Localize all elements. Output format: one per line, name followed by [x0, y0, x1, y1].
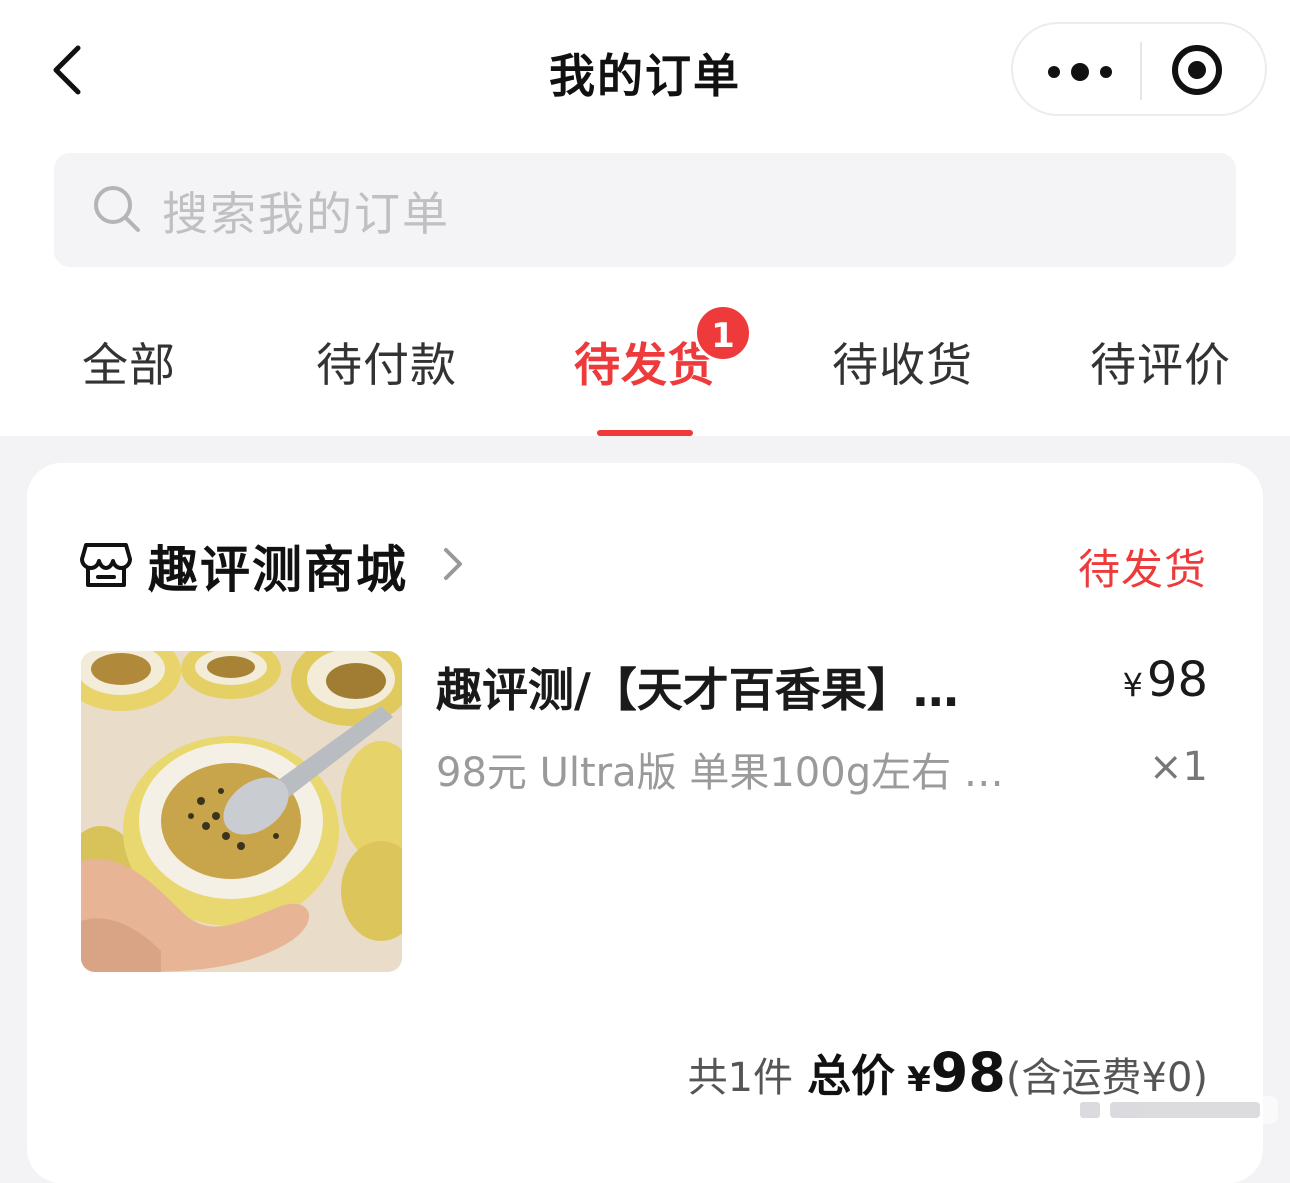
- price-value: 98: [1146, 652, 1208, 708]
- store-icon: [80, 543, 132, 587]
- mini-program-capsule: [1011, 22, 1267, 116]
- currency-symbol: ¥: [1122, 666, 1143, 704]
- product-thumbnail[interactable]: [81, 651, 402, 972]
- item-count: 共1件: [687, 1055, 794, 1101]
- tab-all[interactable]: 全部: [82, 329, 176, 395]
- total-currency: ¥: [907, 1060, 931, 1100]
- close-target-icon[interactable]: [1167, 40, 1227, 100]
- product-price: ¥98: [1123, 652, 1208, 708]
- product-quantity: ×1: [1149, 744, 1208, 790]
- product-title[interactable]: 趣评测/【天才百香果】…: [436, 654, 996, 720]
- tab-count-badge: 1: [694, 304, 752, 362]
- product-spec: 98元 Ultra版 单果100g左右 …: [436, 750, 1004, 796]
- shop-name[interactable]: 趣评测商城: [148, 530, 408, 602]
- watermark: [1068, 1096, 1278, 1124]
- tab-pending-payment[interactable]: 待付款: [316, 329, 457, 395]
- search-icon: [94, 186, 140, 232]
- search-input[interactable]: 搜索我的订单: [54, 153, 1236, 267]
- active-tab-indicator: [597, 430, 693, 436]
- chevron-right-icon[interactable]: [438, 544, 466, 584]
- total-amount: 98: [930, 1041, 1006, 1104]
- total-label: 总价: [807, 1051, 896, 1102]
- capsule-divider: [1140, 42, 1142, 100]
- order-status-label: 待发货: [1077, 545, 1207, 594]
- tab-pending-review[interactable]: 待评价: [1090, 329, 1231, 395]
- tab-pending-receipt[interactable]: 待收货: [832, 329, 973, 395]
- more-dots-icon[interactable]: [1037, 42, 1133, 98]
- search-placeholder: 搜索我的订单: [162, 187, 450, 241]
